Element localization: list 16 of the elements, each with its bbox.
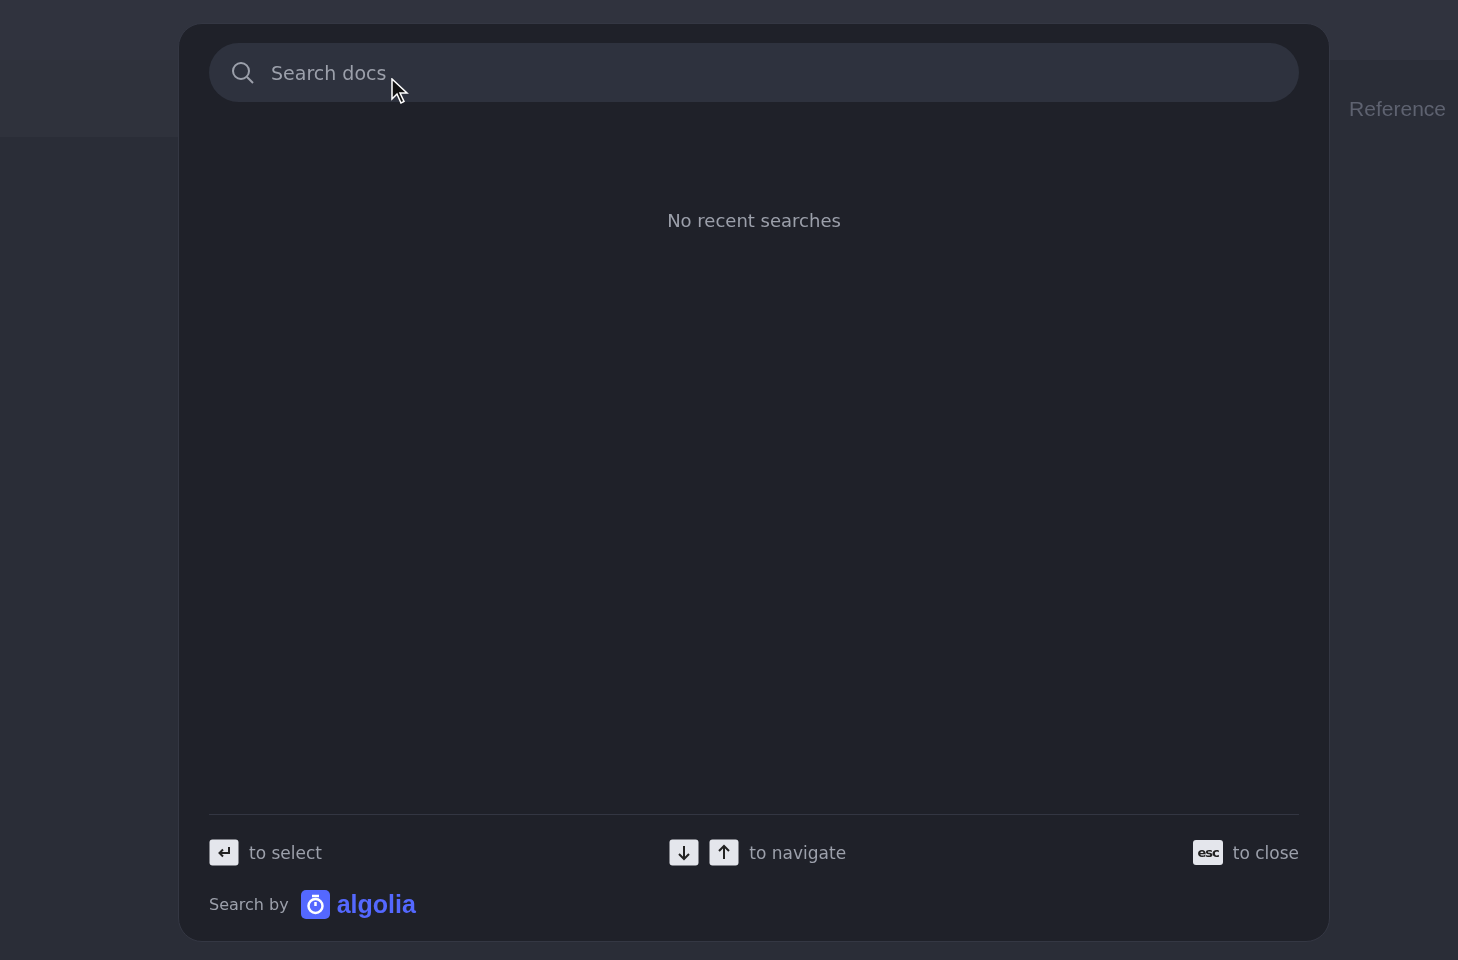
hint-label: to close — [1232, 842, 1299, 863]
search-by-label: Search by — [209, 895, 289, 914]
empty-message: No recent searches — [667, 210, 841, 231]
down-arrow-key-icon — [669, 839, 700, 866]
search-input[interactable]: Search docs — [269, 60, 1277, 85]
esc-key: esc — [1193, 840, 1223, 865]
search-icon — [231, 60, 255, 85]
cursor-icon — [391, 78, 409, 104]
nav-link[interactable]: Reference — [1349, 96, 1446, 121]
enter-key-icon — [209, 839, 239, 866]
algolia-logo-text: algolia — [336, 890, 416, 919]
hint-label: to select — [249, 842, 322, 863]
search-bar[interactable]: Search docs — [209, 43, 1299, 102]
up-arrow-key-icon — [709, 839, 740, 866]
hint-label: to navigate — [749, 842, 847, 863]
stopwatch-logo-icon — [300, 890, 330, 919]
